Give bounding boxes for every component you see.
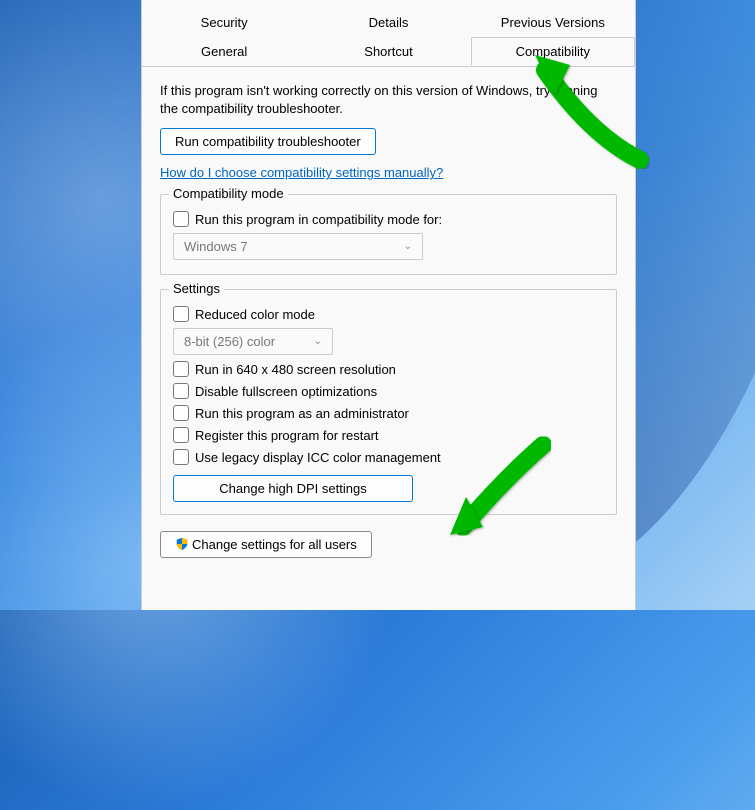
change-all-users-label: Change settings for all users bbox=[192, 537, 357, 552]
compat-mode-label: Run this program in compatibility mode f… bbox=[195, 212, 442, 227]
compat-mode-select[interactable]: Windows 7 ⌄ bbox=[173, 233, 423, 260]
intro-text: If this program isn't working correctly … bbox=[160, 82, 617, 118]
shield-icon bbox=[175, 537, 189, 551]
disable-fullscreen-checkbox[interactable] bbox=[173, 383, 189, 399]
reduced-color-label: Reduced color mode bbox=[195, 307, 315, 322]
tabs-row-1: Security Details Previous Versions bbox=[142, 8, 635, 37]
tab-previous-versions[interactable]: Previous Versions bbox=[471, 8, 635, 36]
compat-mode-legend: Compatibility mode bbox=[169, 186, 288, 201]
color-mode-select-value: 8-bit (256) color bbox=[184, 334, 275, 349]
color-mode-select[interactable]: 8-bit (256) color ⌄ bbox=[173, 328, 333, 355]
run-troubleshooter-button[interactable]: Run compatibility troubleshooter bbox=[160, 128, 376, 155]
register-restart-checkbox[interactable] bbox=[173, 427, 189, 443]
change-dpi-settings-button[interactable]: Change high DPI settings bbox=[173, 475, 413, 502]
compat-mode-group: Compatibility mode Run this program in c… bbox=[160, 194, 617, 275]
reduced-color-checkbox[interactable] bbox=[173, 306, 189, 322]
tab-general[interactable]: General bbox=[142, 37, 306, 66]
change-all-users-button[interactable]: Change settings for all users bbox=[160, 531, 372, 558]
chevron-down-icon: ⌄ bbox=[404, 241, 412, 252]
run-640-checkbox[interactable] bbox=[173, 361, 189, 377]
run-admin-checkbox[interactable] bbox=[173, 405, 189, 421]
register-restart-label: Register this program for restart bbox=[195, 428, 379, 443]
tabs-row-2: General Shortcut Compatibility bbox=[142, 37, 635, 67]
tabs-container: Security Details Previous Versions Gener… bbox=[142, 0, 635, 68]
run-640-label: Run in 640 x 480 screen resolution bbox=[195, 362, 396, 377]
compat-mode-checkbox[interactable] bbox=[173, 211, 189, 227]
tab-details[interactable]: Details bbox=[306, 8, 470, 36]
tab-security[interactable]: Security bbox=[142, 8, 306, 36]
tab-content-compatibility: If this program isn't working correctly … bbox=[142, 68, 635, 568]
tab-shortcut[interactable]: Shortcut bbox=[306, 37, 470, 66]
legacy-icc-checkbox[interactable] bbox=[173, 449, 189, 465]
run-admin-label: Run this program as an administrator bbox=[195, 406, 409, 421]
legacy-icc-label: Use legacy display ICC color management bbox=[195, 450, 441, 465]
settings-legend: Settings bbox=[169, 281, 224, 296]
properties-dialog: Security Details Previous Versions Gener… bbox=[141, 0, 636, 610]
disable-fullscreen-label: Disable fullscreen optimizations bbox=[195, 384, 377, 399]
settings-group: Settings Reduced color mode 8-bit (256) … bbox=[160, 289, 617, 515]
compat-mode-select-value: Windows 7 bbox=[184, 239, 248, 254]
help-link[interactable]: How do I choose compatibility settings m… bbox=[160, 165, 443, 180]
tab-compatibility[interactable]: Compatibility bbox=[471, 37, 635, 66]
chevron-down-icon: ⌄ bbox=[314, 336, 322, 347]
